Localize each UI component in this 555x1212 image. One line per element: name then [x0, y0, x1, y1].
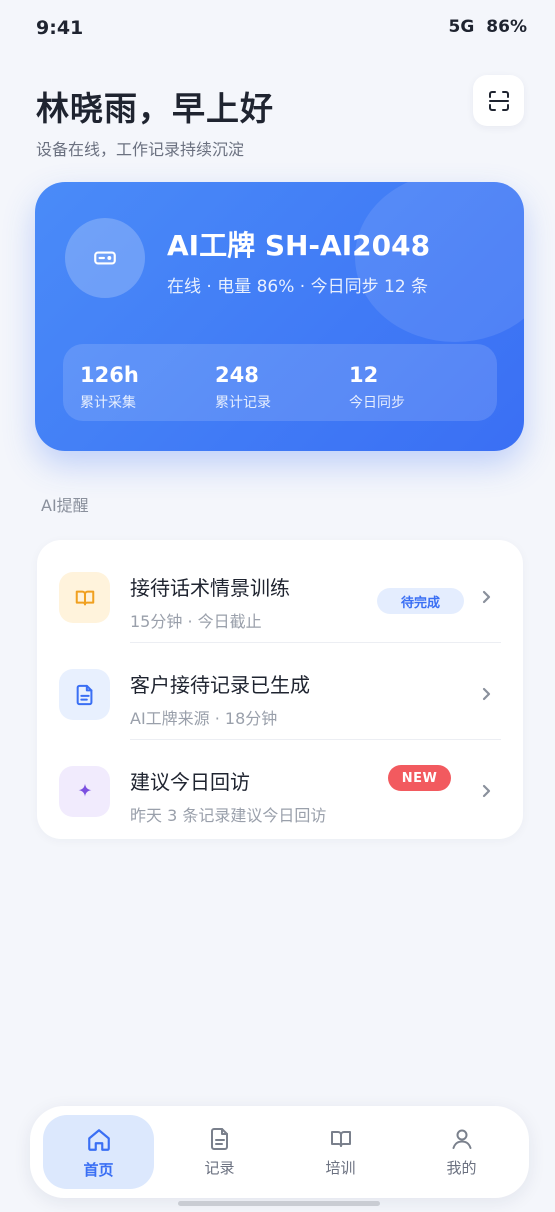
- chevron-right-icon: [482, 590, 491, 604]
- nav-item-records[interactable]: 记录: [164, 1115, 275, 1189]
- scan-button[interactable]: [473, 75, 524, 126]
- reminder-title: 客户接待记录已生成: [130, 673, 310, 697]
- scan-icon: [488, 90, 509, 111]
- home-indicator: [178, 1201, 380, 1206]
- stat-label: 今日同步: [349, 395, 405, 411]
- status-badge-new: NEW: [388, 765, 451, 791]
- stat-value: 12: [349, 363, 379, 387]
- status-badge-pending: 待完成: [377, 588, 464, 614]
- document-icon: [76, 684, 92, 705]
- nav-item-training[interactable]: 培训: [285, 1115, 396, 1189]
- book-icon: [330, 1131, 351, 1147]
- greeting-title: 林晓雨，早上好: [36, 89, 274, 128]
- reminder-icon-box: [59, 766, 110, 817]
- sparkle-icon: [78, 783, 91, 797]
- device-name: AI工牌 SH-AI2048: [167, 229, 431, 262]
- nav-label: 记录: [204, 1159, 235, 1177]
- status-indicators: 5G 86%: [449, 17, 528, 37]
- home-icon: [87, 1129, 110, 1151]
- bottom-nav: 首页 记录 培训 我的: [30, 1106, 529, 1198]
- user-icon: [452, 1129, 471, 1149]
- chevron-right-icon: [482, 687, 491, 701]
- nav-label: 首页: [83, 1161, 114, 1179]
- nav-item-profile[interactable]: 我的: [406, 1115, 517, 1189]
- stat-label: 累计采集: [80, 395, 136, 411]
- book-icon: [75, 590, 94, 605]
- reminder-icon-box: [59, 669, 110, 720]
- stat-value: 248: [215, 363, 259, 387]
- stat-value: 126h: [80, 363, 139, 387]
- chevron-right-icon: [482, 784, 491, 798]
- reminder-list: 接待话术情景训练 15分钟 · 今日截止 待完成 客户接待记录已生成 AI工牌来…: [37, 540, 523, 839]
- stat-today-sync: 12 今日同步: [349, 362, 405, 412]
- reminder-icon-box: [59, 572, 110, 623]
- network-indicator: 5G: [448, 17, 475, 37]
- home-screen: 9:41 5G 86% 林晓雨，早上好 设备在线，工作记录持续沉淀 AI工牌 S…: [0, 0, 555, 1212]
- device-card[interactable]: AI工牌 SH-AI2048 在线 · 电量 86% · 今日同步 12 条 1…: [35, 182, 524, 451]
- reminder-item-training[interactable]: 接待话术情景训练 15分钟 · 今日截止 待完成: [37, 546, 523, 643]
- nav-label: 培训: [325, 1159, 356, 1177]
- stat-total-capture: 126h 累计采集: [80, 362, 139, 412]
- reminder-meta: 15分钟 · 今日截止: [130, 612, 262, 631]
- stat-total-records: 248 累计记录: [215, 362, 271, 412]
- reminder-item-record-generated[interactable]: 客户接待记录已生成 AI工牌来源 · 18分钟: [37, 643, 523, 740]
- document-icon: [210, 1128, 228, 1150]
- reminder-meta: 昨天 3 条记录建议今日回访: [130, 806, 327, 825]
- device-avatar: [65, 218, 145, 298]
- stat-label: 累计记录: [215, 395, 271, 411]
- reminder-item-follow-up[interactable]: 建议今日回访 昨天 3 条记录建议今日回访 NEW: [37, 740, 523, 837]
- greeting-subtitle: 设备在线，工作记录持续沉淀: [36, 140, 245, 159]
- battery-indicator: 86%: [486, 17, 527, 37]
- device-status: 在线 · 电量 86% · 今日同步 12 条: [167, 277, 429, 297]
- reminder-meta: AI工牌来源 · 18分钟: [130, 709, 278, 728]
- reminder-title: 建议今日回访: [130, 770, 250, 794]
- reminder-title: 接待话术情景训练: [130, 576, 290, 600]
- nav-item-home[interactable]: 首页: [43, 1115, 154, 1189]
- status-time: 9:41: [36, 17, 84, 39]
- device-stats: 126h 累计采集 248 累计记录 12 今日同步: [63, 344, 497, 421]
- nav-label: 我的: [446, 1159, 477, 1177]
- section-title-ai-reminders: AI提醒: [41, 496, 89, 515]
- badge-device-icon: [94, 251, 116, 265]
